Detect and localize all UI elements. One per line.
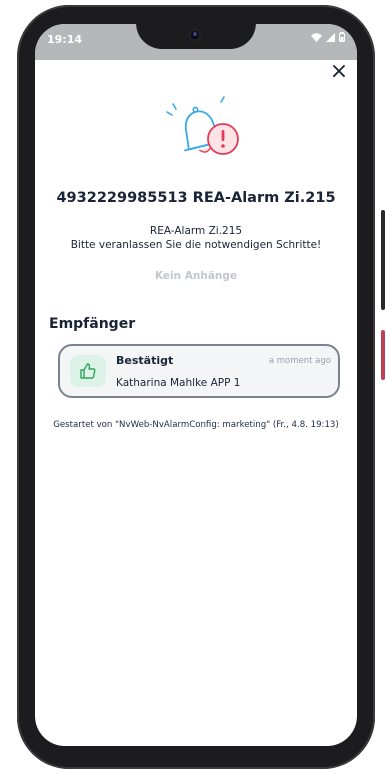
battery-icon — [339, 32, 345, 42]
recipient-time: a moment ago — [268, 356, 331, 366]
alarm-bell-icon — [166, 96, 239, 155]
signal-icon — [325, 33, 335, 42]
wifi-icon — [310, 33, 322, 42]
message-line-1: REA-Alarm Zi.215 — [149, 225, 243, 237]
camera-notch — [136, 24, 256, 49]
message-line-2: Bitte veranlassen Sie die notwendigen Sc… — [70, 239, 322, 251]
recipient-card[interactable]: Bestätigt a moment ago Katharina Mahlke … — [58, 344, 340, 398]
recipients-heading: Empfänger — [49, 316, 136, 332]
alarm-title: 4932229985513 REA-Alarm Zi.215 — [56, 190, 336, 206]
close-button[interactable]: × — [329, 61, 349, 83]
status-time: 19:14 — [47, 33, 83, 46]
volume-button — [381, 210, 385, 310]
attachments-label: Kein Anhänge — [154, 270, 238, 282]
power-button — [381, 330, 385, 380]
recipient-name: Katharina Mahlke APP 1 — [116, 377, 241, 389]
started-by-text: Gestartet von "NvWeb-NvAlarmConfig: mark… — [53, 420, 339, 430]
recipient-status: Bestätigt — [116, 354, 174, 367]
thumbs-up-icon — [70, 355, 106, 387]
screen: 19:14 × 4932229985513 REA-Alarm Zi.215 R… — [35, 24, 357, 746]
front-camera — [188, 28, 202, 42]
status-icons — [310, 32, 345, 45]
